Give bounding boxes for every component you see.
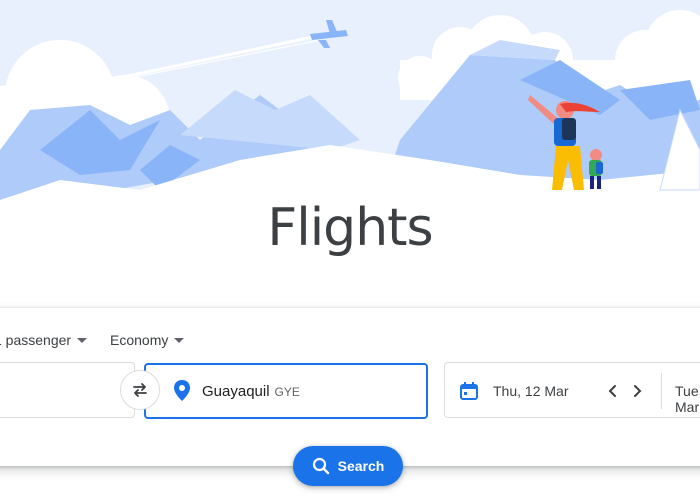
- dates-field[interactable]: Thu, 12 Mar Tue, 17 Mar: [444, 362, 700, 418]
- search-button[interactable]: Search: [293, 446, 403, 486]
- date-divider: [661, 373, 662, 409]
- destination-code: GYE: [274, 385, 300, 399]
- calendar-icon: [460, 382, 478, 400]
- destination-field[interactable]: Guayaquil GYE: [144, 363, 428, 419]
- passengers-label: 1 passenger: [0, 332, 72, 348]
- chevron-down-icon: [77, 337, 88, 343]
- prev-date-button[interactable]: [603, 381, 623, 401]
- depart-date[interactable]: Thu, 12 Mar: [493, 383, 568, 399]
- search-button-label: Search: [337, 458, 385, 474]
- class-label: Economy: [110, 332, 169, 348]
- chevron-down-icon: [174, 337, 185, 343]
- return-date[interactable]: Tue, 17 Mar: [675, 383, 700, 415]
- next-date-button[interactable]: [627, 381, 647, 401]
- hero-illustration: [0, 0, 700, 230]
- swap-button[interactable]: [120, 370, 160, 410]
- chevron-left-icon: [608, 385, 616, 397]
- swap-icon: [133, 383, 147, 397]
- class-dropdown[interactable]: Economy: [110, 332, 185, 348]
- search-icon: [312, 457, 329, 475]
- origin-field[interactable]: [0, 362, 135, 418]
- destination-city: Guayaquil: [202, 382, 270, 400]
- chevron-right-icon: [634, 385, 642, 397]
- passengers-dropdown[interactable]: 1 passenger: [0, 332, 88, 348]
- page-title: Flights: [267, 198, 433, 258]
- location-pin-icon: [174, 380, 190, 401]
